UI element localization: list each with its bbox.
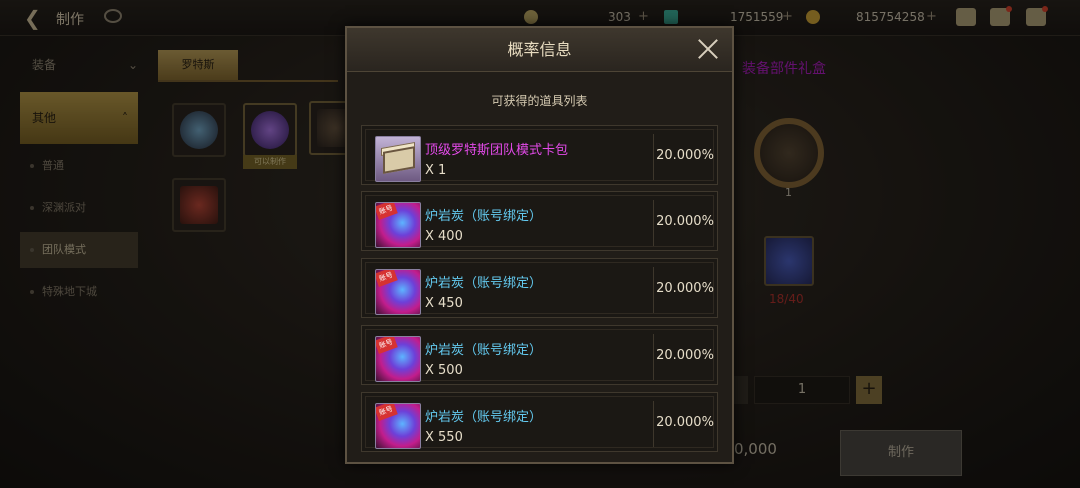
- column-divider: [653, 134, 654, 180]
- list-item-frame: 账号 炉岩炭（账号绑定） X 500 20.000%: [365, 329, 714, 382]
- category-header-label: 装备: [32, 58, 57, 72]
- make-button[interactable]: 制作: [840, 430, 962, 476]
- card-pack-icon[interactable]: [375, 136, 421, 182]
- card-pack-box: [383, 146, 415, 174]
- currency-crystal-value: 1751559: [730, 10, 784, 24]
- recipe-slot[interactable]: [243, 103, 297, 157]
- list-item[interactable]: 账号 炉岩炭（账号绑定） X 450 20.000%: [361, 258, 718, 318]
- list-item[interactable]: 账号 炉岩炭（账号绑定） X 550 20.000%: [361, 392, 718, 452]
- lava-coal-icon[interactable]: 账号: [375, 403, 421, 449]
- tab-rotes[interactable]: 罗特斯: [158, 50, 238, 80]
- list-item[interactable]: 账号 炉岩炭（账号绑定） X 500 20.000%: [361, 325, 718, 385]
- recipe-slot[interactable]: [172, 103, 226, 157]
- list-item[interactable]: 账号 炉岩炭（账号绑定） X 400 20.000%: [361, 191, 718, 251]
- item-name: 炉岩炭（账号绑定）: [425, 343, 543, 358]
- probability-info-dialog: 概率信息 可获得的道具列表 顶级罗特斯团队模式卡包 X 1 20.000% 账号: [345, 26, 734, 464]
- column-divider: [653, 267, 654, 313]
- material-icon[interactable]: [764, 236, 814, 286]
- bound-tag: 账号: [376, 404, 398, 421]
- craft-detail-panel: 装备部件礼盒 1 18/40 1 + 0,000 制作: [734, 36, 1080, 488]
- item-probability: 20.000%: [656, 148, 714, 163]
- shop-icon[interactable]: [956, 8, 976, 26]
- column-divider: [653, 200, 654, 246]
- chevron-down-icon: ⌄: [127, 58, 138, 72]
- sidebar-item-special-dungeon[interactable]: 特殊地下城: [20, 274, 138, 310]
- item-name: 炉岩炭（账号绑定）: [425, 410, 543, 425]
- sidebar-item-abyss[interactable]: 深渊派对: [20, 190, 138, 226]
- list-item[interactable]: 顶级罗特斯团队模式卡包 X 1 20.000%: [361, 125, 718, 185]
- category-sidebar: 装备 ⌄ 其他 ˄ 普通 深渊派对 团队模式 特殊地下城: [18, 40, 148, 488]
- quantity-input[interactable]: 1: [754, 376, 850, 404]
- craftable-tag: 可以制作: [243, 155, 297, 169]
- column-divider: [653, 401, 654, 447]
- currency-gold-value: 815754258: [856, 10, 925, 24]
- recipe-slot[interactable]: [172, 178, 226, 232]
- item-quantity: X 450: [425, 296, 463, 311]
- item-probability: 20.000%: [656, 214, 714, 229]
- list-item-frame: 顶级罗特斯团队模式卡包 X 1 20.000%: [365, 129, 714, 182]
- lava-coal-icon[interactable]: 账号: [375, 202, 421, 248]
- bound-tag: 账号: [376, 270, 398, 287]
- eye-icon[interactable]: [104, 9, 122, 23]
- crystal-orb-icon: [251, 111, 289, 149]
- category-header[interactable]: 装备 ⌄: [18, 52, 148, 78]
- item-quantity: X 400: [425, 229, 463, 244]
- item-name: 炉岩炭（账号绑定）: [425, 276, 543, 291]
- lava-coal-icon[interactable]: 账号: [375, 336, 421, 382]
- bound-tag: 账号: [376, 203, 398, 220]
- obtainable-item-list[interactable]: 顶级罗特斯团队模式卡包 X 1 20.000% 账号 炉岩炭（账号绑定） X 4…: [361, 125, 718, 460]
- item-name: 顶级罗特斯团队模式卡包: [425, 143, 569, 158]
- quantity-plus-button[interactable]: +: [856, 376, 882, 404]
- category-other[interactable]: 其他 ˄: [20, 92, 138, 144]
- column-divider: [653, 334, 654, 380]
- close-icon[interactable]: [696, 37, 720, 61]
- dialog-title: 概率信息: [507, 40, 572, 59]
- crystal-icon: [664, 10, 678, 24]
- craft-price: 0,000: [734, 440, 777, 458]
- treasure-chest-icon: [180, 186, 218, 224]
- item-probability: 20.000%: [656, 281, 714, 296]
- add-crystal-icon[interactable]: +: [782, 9, 793, 24]
- item-name: 炉岩炭（账号绑定）: [425, 209, 543, 224]
- item-quantity: X 1: [425, 163, 447, 178]
- item-probability: 20.000%: [656, 415, 714, 430]
- add-moon-icon[interactable]: +: [638, 9, 649, 24]
- dialog-subtitle: 可获得的道具列表: [491, 94, 588, 108]
- sidebar-item-raid[interactable]: 团队模式: [20, 232, 138, 268]
- bound-tag: 账号: [376, 337, 398, 354]
- gold-coin-icon: [806, 10, 820, 24]
- chat-alert-dot: [1042, 6, 1048, 12]
- currency-moon-value: 303: [608, 10, 631, 24]
- gadget-icon: [180, 111, 218, 149]
- lava-coal-icon[interactable]: 账号: [375, 269, 421, 315]
- category-other-label: 其他: [32, 111, 57, 125]
- item-quantity: X 550: [425, 430, 463, 445]
- sidebar-item-normal[interactable]: 普通: [20, 148, 138, 184]
- list-item-frame: 账号 炉岩炭（账号绑定） X 450 20.000%: [365, 262, 714, 315]
- target-item-icon[interactable]: [754, 118, 824, 188]
- dialog-header: 概率信息: [347, 28, 732, 72]
- material-count: 18/40: [769, 292, 804, 306]
- target-item-title: 装备部件礼盒: [742, 61, 826, 77]
- screen-title: 制作: [56, 12, 84, 28]
- add-gold-icon[interactable]: +: [926, 9, 937, 24]
- list-item-frame: 账号 炉岩炭（账号绑定） X 400 20.000%: [365, 195, 714, 248]
- moon-icon: [524, 10, 538, 24]
- mail-alert-dot: [1006, 6, 1012, 12]
- target-item-count: 1: [785, 186, 792, 199]
- back-arrow-icon[interactable]: ❮: [24, 7, 48, 29]
- item-quantity: X 500: [425, 363, 463, 378]
- quantity-minus-button[interactable]: [734, 376, 748, 404]
- chevron-up-icon: ˄: [122, 111, 128, 125]
- list-item-frame: 账号 炉岩炭（账号绑定） X 550 20.000%: [365, 396, 714, 449]
- item-probability: 20.000%: [656, 348, 714, 363]
- tab-underline: [158, 80, 338, 82]
